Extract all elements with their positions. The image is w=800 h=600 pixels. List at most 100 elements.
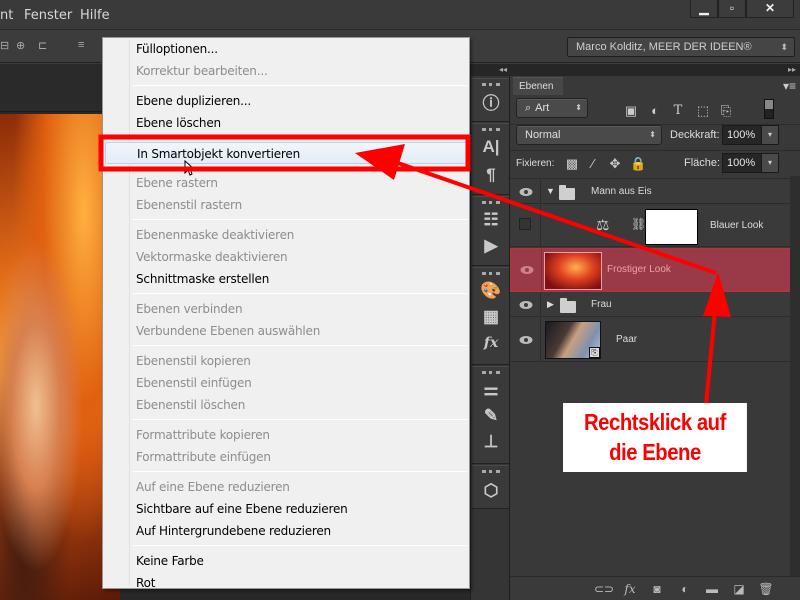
shape-filter-icon[interactable]: ⬚ <box>695 104 711 118</box>
pixel-filter-icon[interactable]: ▣ <box>623 104 639 118</box>
menu-item-fenster-partial[interactable]: nt <box>0 8 13 23</box>
add-mask-icon[interactable]: ◙ <box>648 581 666 597</box>
styles-icon[interactable]: fx <box>478 332 504 354</box>
adjustment-filter-icon[interactable]: ◐ <box>647 104 663 118</box>
context-menu-item[interactable]: Ebenenmaske deaktivieren <box>105 224 467 246</box>
new-adjustment-icon[interactable]: ◐ <box>676 581 694 597</box>
opacity-input[interactable]: 100% <box>722 125 762 145</box>
lock-pixels-icon[interactable]: ⁄ <box>586 157 600 171</box>
context-menu-item[interactable]: Keine Farbe <box>105 550 467 572</box>
3d-icon[interactable]: ⬡ <box>478 480 504 502</box>
info-icon[interactable]: ⓘ <box>478 93 504 115</box>
visibility-toggle[interactable] <box>510 293 541 316</box>
menu-item-hilfe[interactable]: Hilfe <box>80 8 110 23</box>
context-menu-item[interactable]: Formattribute einfügen <box>105 446 467 468</box>
folder-icon <box>559 185 575 200</box>
brushes-icon[interactable]: ✎ <box>478 405 504 427</box>
context-menu-item[interactable]: Auf Hintergrundebene reduzieren <box>105 520 467 542</box>
layer-row[interactable]: ▼ Mann aus Eis <box>510 180 790 204</box>
tab-layers[interactable]: Ebenen <box>513 77 563 95</box>
visibility-toggle[interactable] <box>510 205 541 246</box>
dock-group-info: ⓘ <box>472 78 509 122</box>
context-menu-item[interactable]: Ebene löschen <box>105 112 467 134</box>
clone-source-icon[interactable]: ⊥ <box>478 431 504 453</box>
paragraph-icon[interactable]: ¶ <box>478 164 504 186</box>
smartobject-filter-icon[interactable]: ⎘ <box>718 104 734 118</box>
swatches-icon[interactable]: ▦ <box>478 306 504 328</box>
context-menu-item[interactable]: Verbundene Ebenen auswählen <box>105 320 467 342</box>
grip-handle[interactable] <box>482 272 500 275</box>
layer-name: Frau <box>591 299 612 310</box>
blend-row: Normal ⬍ Deckkraft: 100% ▾ <box>510 121 800 151</box>
context-menu-item[interactable]: Ebene duplizieren... <box>105 90 467 112</box>
type-filter-icon[interactable]: T <box>670 104 686 118</box>
context-menu-item[interactable]: Formattribute kopieren <box>105 424 467 446</box>
panel-menu-icon[interactable]: ▾≡ <box>783 79 796 93</box>
collapse-dock-button[interactable]: ◂◂ <box>471 64 511 76</box>
context-menu-item[interactable]: Ebenenstil kopieren <box>105 350 467 372</box>
context-menu-item[interactable]: Korrektur bearbeiten... <box>105 60 467 82</box>
context-menu-item[interactable]: Rot <box>105 572 467 594</box>
menu-separator <box>133 219 467 220</box>
align-center-horizontal-icon[interactable]: ⊕ <box>16 39 30 53</box>
context-menu-item[interactable]: Ebenenstil einfügen <box>105 372 467 394</box>
link-layers-icon[interactable]: ⊂⊃ <box>594 581 614 597</box>
distribute-top-icon[interactable]: ≡ <box>78 39 92 53</box>
color-palette-icon[interactable]: 🎨 <box>478 280 504 302</box>
expand-panels-button[interactable]: ▸▸ <box>510 64 800 76</box>
twirl-down-icon[interactable]: ▼ <box>546 186 555 196</box>
context-menu-item[interactable]: Ebene rastern <box>105 172 467 194</box>
new-layer-icon[interactable]: ◪ <box>730 581 748 597</box>
mouse-cursor-icon <box>184 160 196 176</box>
filter-toggle-switch[interactable] <box>764 99 774 119</box>
layer-row-selected[interactable]: Frostiger Look <box>510 248 791 292</box>
context-menu-item[interactable]: In Smartobjekt konvertieren <box>105 142 467 164</box>
align-right-edges-icon[interactable]: ⊏ <box>38 39 52 53</box>
grip-handle[interactable] <box>482 470 500 473</box>
fill-input[interactable]: 100% <box>722 153 762 173</box>
context-menu-item[interactable]: Fülloptionen... <box>105 38 467 60</box>
mask-thumbnail[interactable] <box>645 209 698 245</box>
context-menu-item[interactable]: Ebenenstil löschen <box>105 394 467 416</box>
context-menu-item[interactable]: Schnittmaske erstellen <box>105 268 467 290</box>
context-menu-item[interactable]: Vektormaske deaktivieren <box>105 246 467 268</box>
menu-item-fenster[interactable]: Fenster <box>24 8 72 23</box>
grip-handle[interactable] <box>482 83 500 86</box>
layer-row[interactable]: ▶ Frau <box>510 293 790 317</box>
history-icon[interactable]: ☷ <box>478 209 504 231</box>
chain-link-icon[interactable]: ⛓ <box>631 217 646 231</box>
adjustments-icon[interactable]: ⚌ <box>478 379 504 401</box>
context-menu-item[interactable]: Auf eine Ebene reduzieren <box>105 476 467 498</box>
character-icon[interactable]: A| <box>478 136 504 158</box>
layer-row[interactable]: ⚖ ⛓ Blauer Look <box>510 205 790 247</box>
filter-type-select[interactable]: ⌕ Art ⬍ <box>516 98 588 118</box>
blend-mode-select[interactable]: Normal ⬍ <box>516 125 662 145</box>
fill-dropdown[interactable]: ▾ <box>761 153 779 173</box>
align-left-icon[interactable]: ⊟ <box>0 39 14 53</box>
visibility-toggle[interactable] <box>510 318 541 361</box>
grip-handle[interactable] <box>482 128 500 131</box>
context-menu-item[interactable]: Ebenen verbinden <box>105 298 467 320</box>
context-menu-item[interactable]: Ebenenstil rastern <box>105 194 467 216</box>
opacity-dropdown[interactable]: ▾ <box>761 125 779 145</box>
fx-icon[interactable]: fx <box>621 581 639 597</box>
menu-separator <box>133 137 467 138</box>
visibility-toggle[interactable] <box>510 180 541 203</box>
maximize-button[interactable]: ▫ <box>718 0 746 18</box>
lock-all-icon[interactable]: 🔒 <box>630 157 646 171</box>
visibility-toggle[interactable] <box>511 249 542 291</box>
minimize-button[interactable]: ▁ <box>690 0 718 18</box>
lock-position-icon[interactable]: ✥ <box>608 157 622 171</box>
new-group-icon[interactable]: ▬ <box>703 581 721 597</box>
grip-handle[interactable] <box>482 201 500 204</box>
grip-handle[interactable] <box>482 371 500 374</box>
twirl-right-icon[interactable]: ▶ <box>547 299 554 310</box>
layers-scrollbar[interactable] <box>790 176 800 576</box>
actions-icon[interactable]: ▶ <box>478 235 504 257</box>
workspace-select[interactable]: Marco Kolditz, MEER DER IDEEN® ⬍ <box>567 37 795 57</box>
close-button[interactable]: ✕ <box>746 0 794 18</box>
lock-transparency-icon[interactable]: ▩ <box>565 157 579 171</box>
context-menu-item[interactable]: Sichtbare auf eine Ebene reduzieren <box>105 498 467 520</box>
layer-row[interactable]: ⎘ Paar <box>510 318 790 362</box>
trash-icon[interactable]: 🗑 <box>757 581 775 597</box>
